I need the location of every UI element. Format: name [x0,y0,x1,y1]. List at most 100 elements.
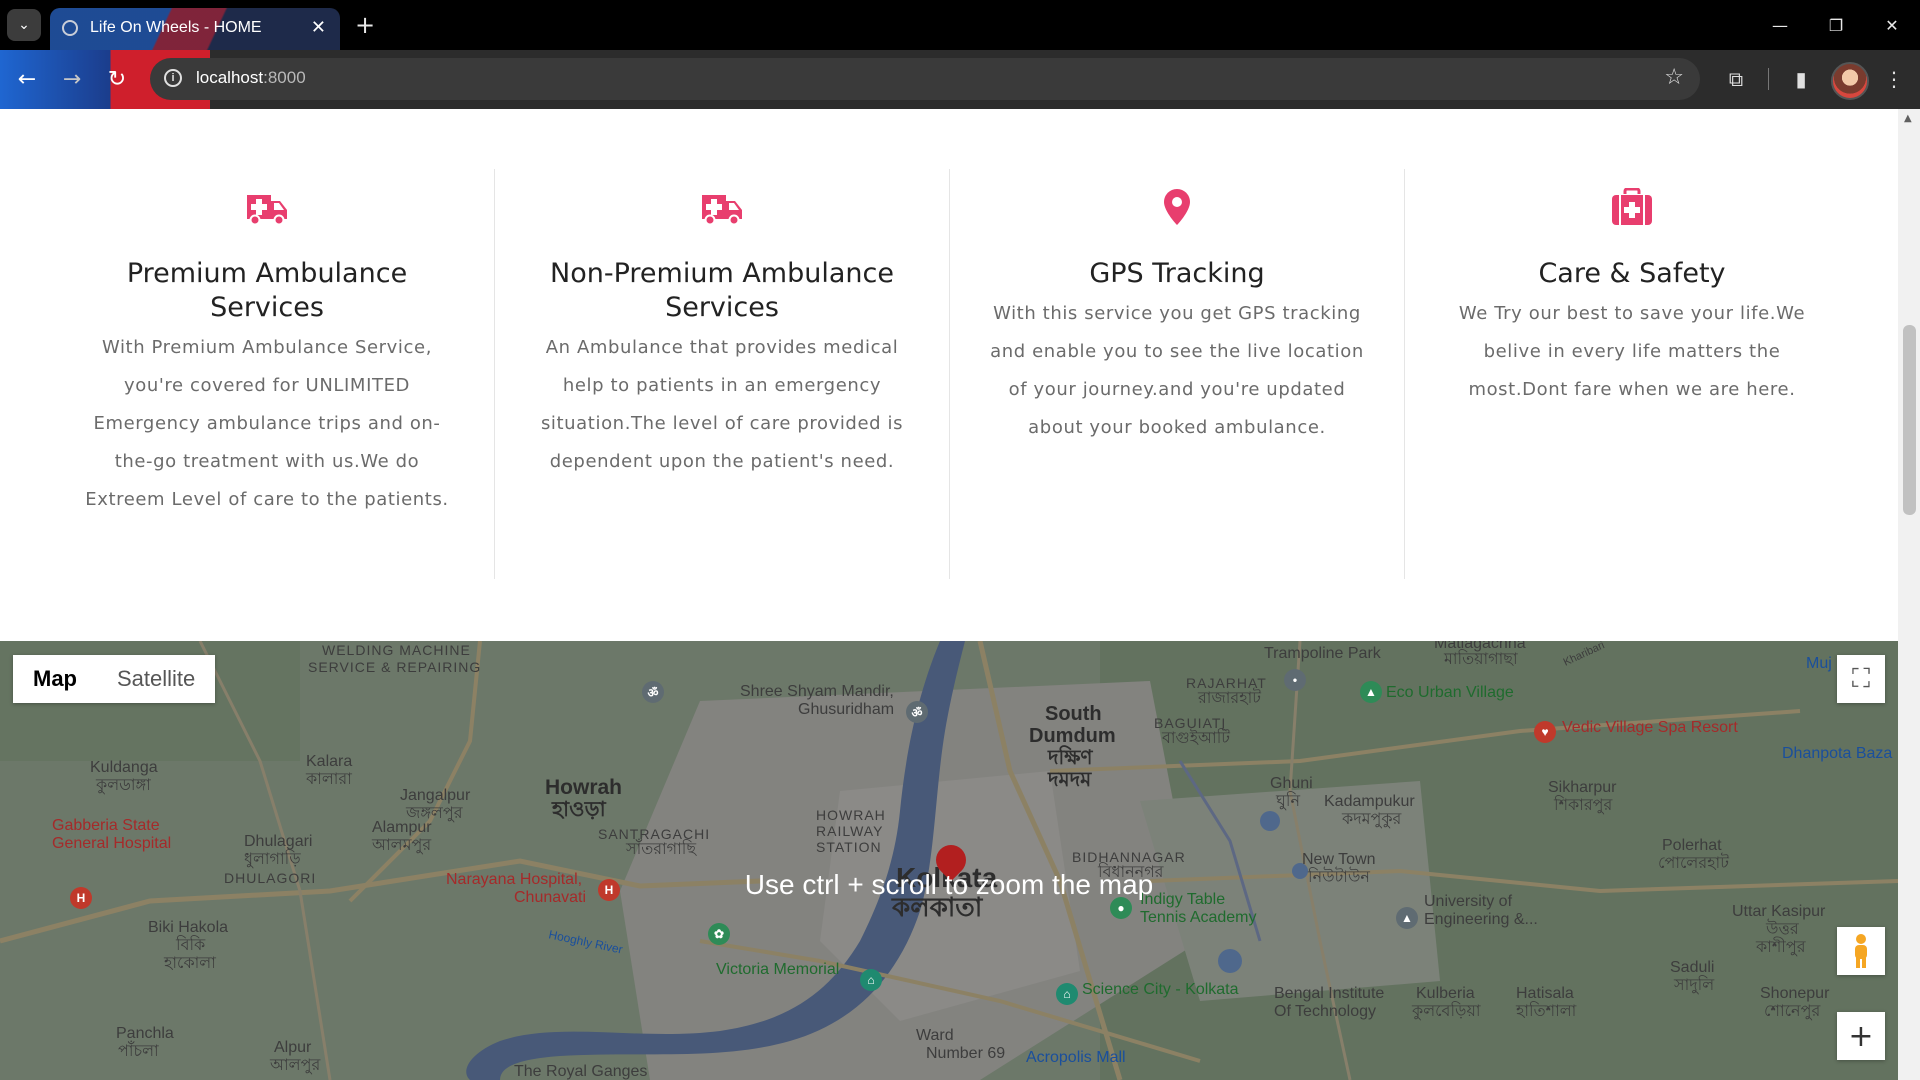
map-label: Panchla [116,1025,174,1042]
browser-tab-strip: ⌄ Life On Wheels - HOME ✕ + — ❐ ✕ [0,0,1920,50]
url-host: localhost [196,68,264,87]
place-of-worship-icon[interactable]: ॐ [642,681,664,703]
map-label: কদমপুকুর [1342,811,1402,828]
restore-icon[interactable]: ❐ [1808,0,1864,50]
map-label: Howrah [545,776,623,799]
map-label: Hatisala [1516,985,1574,1002]
map-label: হাকোলা [164,955,216,972]
map-zoom-hint: Use ctrl + scroll to zoom the map [744,869,1154,900]
map-label: WELDING MACHINE [322,642,471,658]
school-icon[interactable]: ▲ [1396,907,1418,929]
map-label: মাতিয়াগাছা [1444,651,1518,668]
address-bar[interactable]: i localhost:8000 ☆ [150,58,1700,100]
map-label: STATION [816,839,882,855]
fullscreen-icon[interactable]: ⛶ [1837,655,1885,703]
resort-pin-icon[interactable]: ♥ [1534,721,1556,743]
google-map[interactable]: WELDING MACHINE SERVICE & REPAIRING Kuld… [0,641,1898,1080]
map-label: কাশীপুর [1756,939,1806,956]
ambulance-icon [40,187,494,227]
map-label: Ghusuridham [798,701,895,718]
back-arrow-icon[interactable]: ← [11,63,43,95]
bookmark-star-icon[interactable]: ☆ [1664,65,1684,90]
side-panel-icon[interactable]: ▮ [1785,63,1817,95]
map-type-satellite-button[interactable]: Satellite [97,655,215,703]
map-pin-icon [950,187,1404,227]
feature-card-non-premium: Non-Premium Ambulance Services An Ambula… [495,169,950,579]
feature-title: Premium Ambulance Services [126,258,408,323]
museum-icon[interactable]: ⌂ [1056,983,1078,1005]
map-label: বাগুইআটি [1162,730,1231,747]
map-type-map-button[interactable]: Map [13,655,97,703]
tab-search-icon[interactable]: ⌄ [7,9,41,41]
map-label: Engineering &... [1424,911,1538,928]
reload-icon[interactable]: ↻ [101,63,133,95]
globe-icon [62,20,78,36]
site-info-icon[interactable]: i [164,69,182,87]
map-label: New Town [1302,851,1376,868]
scroll-up-arrow-icon[interactable]: ▲ [1904,113,1912,124]
close-window-icon[interactable]: ✕ [1864,0,1920,50]
map-label: Dumdum [1029,725,1116,747]
feature-title: Care & Safety [1538,258,1726,289]
map-label: ঘুনি [1276,793,1301,810]
map-label: হাতিশালা [1516,1003,1577,1020]
map-label: Muj [1806,655,1832,672]
map-label: আলপুর [270,1057,321,1074]
url-text: localhost:8000 [196,68,306,88]
feature-title: Non-Premium Ambulance Services [550,258,894,323]
feature-description: An Ambulance that provides medical help … [540,337,904,472]
map-label: Jangalpur [400,787,471,804]
map-label: Dhulagari [244,833,313,850]
tab-title: Life On Wheels - HOME [90,19,262,36]
page-scrollbar[interactable] [1898,109,1920,1080]
browser-tab[interactable]: Life On Wheels - HOME ✕ [50,8,340,50]
feature-description: We Try our best to save your life.We bel… [1458,303,1806,400]
map-type-control: Map Satellite [13,655,216,703]
ambulance-icon [495,187,949,227]
map-label: Saduli [1670,959,1715,976]
feature-description: With Premium Ambulance Service, you're c… [85,337,449,510]
feature-card-gps: GPS Tracking With this service you get G… [950,169,1405,579]
place-of-worship-icon[interactable]: ॐ [906,701,928,723]
map-label: Kulberia [1416,985,1475,1002]
minimize-icon[interactable]: — [1752,0,1808,50]
kebab-menu-icon[interactable]: ⋮ [1878,63,1910,95]
feature-description: With this service you get GPS tracking a… [990,303,1364,438]
park-icon[interactable]: ✿ [708,923,730,945]
map-label: Alampur [372,819,432,836]
park-icon[interactable]: ▲ [1360,681,1382,703]
map-label: উত্তর [1766,921,1799,938]
map-label: শিকারপুর [1554,797,1613,814]
profile-avatar[interactable] [1831,62,1869,100]
street-view-pegman-icon[interactable] [1837,927,1885,975]
museum-icon[interactable]: ⌂ [860,969,882,991]
map-label: Kuldanga [90,759,158,776]
map-label: রাজারহাট [1198,690,1261,707]
map-label: Kalara [306,753,353,770]
map-label: দমদম [1048,769,1092,791]
zoom-in-button[interactable]: + [1837,1012,1885,1060]
map-label: শোনেপুর [1764,1003,1821,1020]
map-label: The Royal Ganges [514,1063,648,1080]
map-label: সাঁতরাগাছি [626,841,697,858]
map-label: Number 69 [926,1045,1006,1062]
map-label: কুলডাঙ্গা [96,777,151,794]
forward-arrow-icon[interactable]: → [56,63,88,95]
map-label: হাওড়া [552,798,606,821]
place-pin-icon[interactable]: • [1284,669,1306,691]
medical-kit-icon [1405,187,1859,227]
map-label: আলমপুর [372,837,432,854]
map-label: Dhanpota Baza [1782,745,1893,762]
close-tab-icon[interactable]: ✕ [311,17,326,38]
extensions-icon[interactable]: ⧉ [1720,63,1752,95]
map-label: সাদুলি [1674,977,1715,994]
map-label: Kadampukur [1324,793,1415,810]
map-label: Shonepur [1760,985,1830,1002]
map-label: Sikharpur [1548,779,1617,796]
map-label: Victoria Memorial [716,961,840,978]
map-label: বিকি [176,937,206,954]
new-tab-button[interactable]: + [352,9,378,41]
features-section: Premium Ambulance Services With Premium … [0,109,1898,641]
scrollbar-thumb[interactable] [1903,325,1916,515]
map-label: কালারা [306,771,352,788]
